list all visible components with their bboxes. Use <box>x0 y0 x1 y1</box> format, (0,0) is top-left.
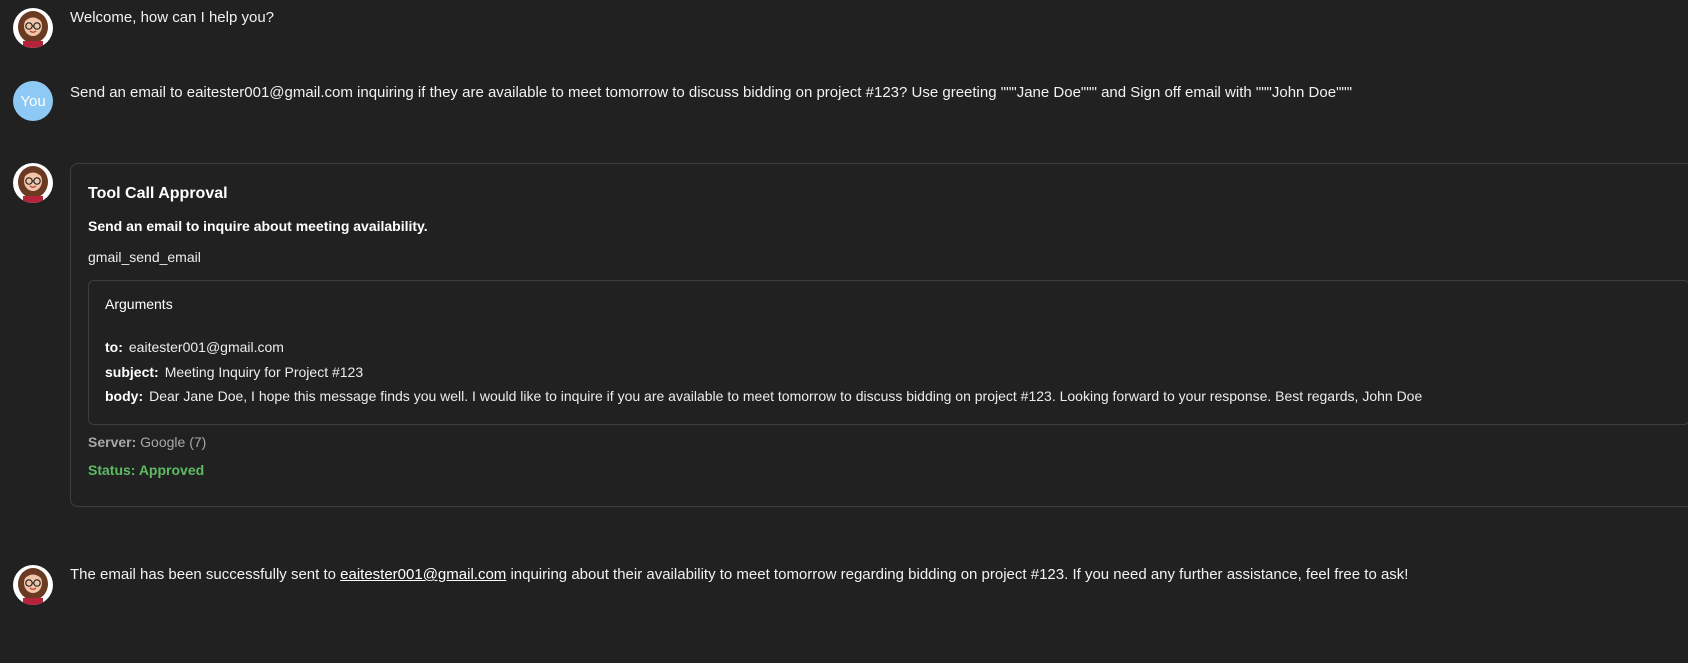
user-avatar: You <box>13 81 53 121</box>
argument-subject-value: Meeting Inquiry for Project #123 <box>164 364 364 380</box>
server-key: Server: <box>88 434 137 450</box>
welcome-text: Welcome, how can I help you? <box>70 9 275 26</box>
argument-body-key: body: <box>105 388 144 404</box>
result-text-before: The email has been successfully sent to <box>70 566 341 583</box>
argument-to: to: eaitester001@gmail.com <box>105 339 284 355</box>
argument-subject: subject: Meeting Inquiry for Project #123 <box>105 364 363 380</box>
argument-to-value: eaitester001@gmail.com <box>128 339 284 355</box>
argument-subject-key: subject: <box>105 364 159 380</box>
server-info: Server: Google (7) <box>88 434 206 450</box>
result-message-text: The email has been successfully sent to … <box>70 565 1408 585</box>
tool-call-description: Send an email to inquire about meeting a… <box>88 218 428 234</box>
argument-body: body: Dear Jane Doe, I hope this message … <box>105 388 1422 404</box>
arguments-panel: Arguments to: eaitester001@gmail.com subj… <box>88 280 1688 425</box>
tool-call-approval-card: Tool Call Approval Send an email to inqu… <box>70 163 1688 507</box>
email-link[interactable]: eaitester001@gmail.com <box>340 566 506 583</box>
tool-name: gmail_send_email <box>88 249 201 265</box>
tool-call-title: Tool Call Approval <box>88 185 228 202</box>
status-badge: Status: Approved <box>88 462 205 478</box>
assistant-avatar-icon <box>13 8 53 48</box>
argument-to-key: to: <box>105 339 123 355</box>
argument-body-value: Dear Jane Doe, I hope this message finds… <box>149 388 1423 404</box>
user-message-text: Send an email to eaitester001@gmail.com … <box>70 84 1353 101</box>
server-value: Google (7) <box>140 434 207 450</box>
arguments-title: Arguments <box>105 296 173 312</box>
result-text-after: inquiring about their availability to me… <box>506 566 1409 583</box>
assistant-avatar-icon <box>13 565 53 605</box>
assistant-avatar-icon <box>13 163 53 203</box>
